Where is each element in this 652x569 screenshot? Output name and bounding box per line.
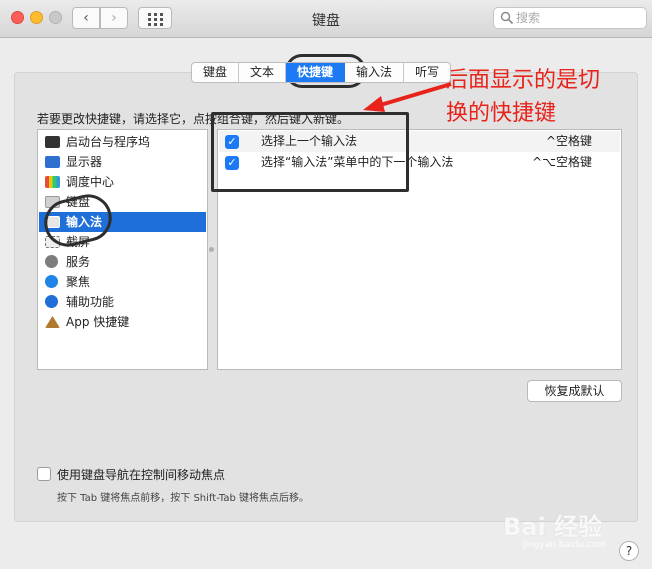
category-item-input-sources[interactable]: 输入法 [39, 212, 206, 232]
shortcut-key[interactable]: ^空格键 [546, 131, 592, 152]
split-view-handle[interactable] [209, 247, 214, 252]
category-item-display[interactable]: 显示器 [39, 152, 206, 172]
category-label: 截屏 [66, 235, 91, 249]
category-item-launchpad[interactable]: 启动台与程序坞 [39, 132, 206, 152]
category-label: 辅助功能 [66, 295, 115, 309]
tab-keyboard[interactable]: 键盘 [192, 63, 240, 82]
category-item-mission-control[interactable]: 调度中心 [39, 172, 206, 192]
tab-bar: 键盘 文本 快捷键 输入法 听写 [191, 62, 452, 83]
accessibility-icon [45, 295, 58, 308]
shortcut-list: ✓ 选择上一个输入法 ^空格键 ✓ 选择“输入法”菜单中的下一个输入法 ^⌥空格… [217, 129, 622, 370]
category-label: 启动台与程序坞 [66, 135, 151, 149]
category-label: App 快捷键 [66, 315, 130, 329]
shortcut-enabled-checkbox[interactable]: ✓ [225, 135, 239, 149]
category-item-services[interactable]: 服务 [39, 252, 206, 272]
tab-dictation[interactable]: 听写 [404, 63, 451, 82]
watermark-url: jingyan.baidu.com [523, 540, 607, 550]
annotation-arrow-icon [363, 82, 452, 112]
spotlight-icon [45, 275, 58, 288]
category-item-accessibility[interactable]: 辅助功能 [39, 292, 206, 312]
category-label: 服务 [66, 255, 91, 269]
search-input[interactable] [516, 10, 641, 26]
tab-shortcuts[interactable]: 快捷键 [286, 63, 346, 82]
category-label: 调度中心 [66, 175, 115, 189]
category-label: 聚焦 [66, 275, 91, 289]
category-item-app-shortcuts[interactable]: App 快捷键 [39, 312, 206, 332]
shortcut-label: 选择“输入法”菜单中的下一个输入法 [261, 155, 454, 169]
category-item-keyboard[interactable]: 键盘 [39, 192, 206, 212]
keyboard-navigation-label: 使用键盘导航在控制间移动焦点 [57, 468, 226, 482]
shortcut-row[interactable]: ✓ 选择“输入法”菜单中的下一个输入法 ^⌥空格键 [219, 152, 620, 173]
keyboard-navigation-hint: 按下 Tab 键将焦点前移，按下 Shift-Tab 键将焦点后移。 [57, 493, 309, 504]
launchpad-icon [45, 136, 60, 148]
restore-defaults-button[interactable]: 恢复成默认 [527, 380, 622, 402]
tab-input-sources[interactable]: 输入法 [345, 63, 405, 82]
shortcut-row[interactable]: ✓ 选择上一个输入法 ^空格键 [219, 131, 620, 152]
app-shortcut-icon [45, 316, 60, 328]
shortcut-enabled-checkbox[interactable]: ✓ [225, 156, 239, 170]
annotation-line: 后面显示的是切 [446, 68, 601, 93]
instruction-text: 若要更改快捷键，请选择它，点按组合键，然后键入新键。 [37, 112, 350, 126]
keyboard-icon [45, 216, 60, 228]
screenshot-icon [45, 236, 60, 248]
watermark-brand: Bai 经验 [503, 513, 603, 541]
category-item-spotlight[interactable]: 聚焦 [39, 272, 206, 292]
annotation-text: 后面显示的是切 换的快捷键 [446, 64, 600, 130]
gear-icon [45, 255, 58, 268]
search-field[interactable] [493, 7, 647, 29]
category-label: 输入法 [66, 215, 103, 229]
help-button[interactable]: ? [619, 541, 639, 561]
tab-text[interactable]: 文本 [239, 63, 287, 82]
category-label: 显示器 [66, 155, 103, 169]
search-icon [500, 11, 514, 25]
category-item-screenshots[interactable]: 截屏 [39, 232, 206, 252]
keyboard-icon [45, 196, 60, 208]
shortcut-label: 选择上一个输入法 [261, 134, 358, 148]
annotation-line: 换的快捷键 [446, 101, 557, 126]
keyboard-navigation-checkbox[interactable] [37, 467, 51, 481]
category-label: 键盘 [66, 195, 91, 209]
display-icon [45, 156, 60, 168]
shortcut-category-list: 启动台与程序坞 显示器 调度中心 键盘 输入法 截屏 服务 聚焦 辅助功能 Ap… [37, 129, 208, 370]
shortcut-key[interactable]: ^⌥空格键 [532, 152, 592, 173]
title-bar: ‹ › 键盘 [0, 0, 652, 38]
mission-control-icon [45, 176, 60, 188]
